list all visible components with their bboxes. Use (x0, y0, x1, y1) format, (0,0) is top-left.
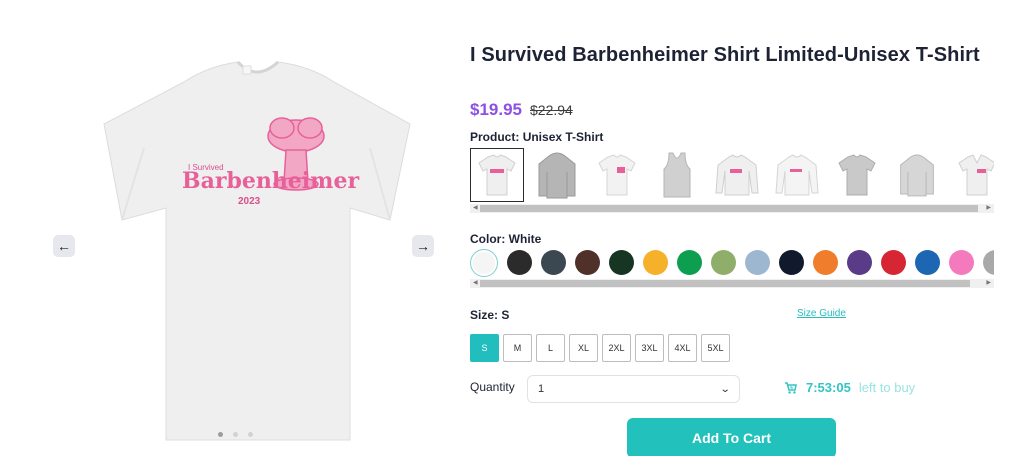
longsleeve-thumb-icon (775, 154, 819, 196)
color-swatch[interactable] (779, 250, 804, 275)
quantity-select[interactable]: 1 ⌄ (527, 375, 740, 403)
color-swatch[interactable] (983, 250, 994, 275)
color-list-scrollbar[interactable]: ◀ ▶ (470, 279, 994, 288)
color-swatch[interactable] (677, 250, 702, 275)
color-swatch-list (470, 249, 994, 277)
hoodie-thumb-icon (900, 154, 934, 197)
product-option-youth-hoodie[interactable] (890, 148, 944, 202)
scroll-left-icon[interactable]: ◀ (473, 204, 478, 213)
shirt-print-year: 2023 (238, 196, 261, 207)
arrow-left-icon: ← (57, 238, 71, 254)
original-price: $22.94 (530, 102, 573, 118)
gallery-dot[interactable] (233, 432, 238, 437)
size-guide-link[interactable]: Size Guide (797, 308, 846, 319)
gallery-dots (218, 432, 253, 437)
size-option-4xl[interactable]: 4XL (668, 334, 697, 362)
tshirt-thumb-icon (478, 154, 516, 196)
vneck-thumb-icon (958, 154, 994, 196)
tank-thumb-icon (663, 152, 691, 198)
gallery-dot[interactable] (218, 432, 223, 437)
product-option-tshirt[interactable] (470, 148, 524, 202)
color-swatch[interactable] (609, 250, 634, 275)
product-type-label: Product: Unisex T-Shirt (470, 130, 604, 144)
arrow-right-icon: → (416, 238, 430, 254)
add-to-cart-button[interactable]: Add To Cart (627, 418, 836, 456)
size-option-s[interactable]: S (470, 334, 499, 362)
sweatshirt-thumb-icon (715, 154, 759, 196)
product-option-tank[interactable] (650, 148, 704, 202)
color-swatch[interactable] (507, 250, 532, 275)
current-price: $19.95 (470, 100, 522, 119)
color-swatch[interactable] (541, 250, 566, 275)
countdown-timer: 7:53:05 left to buy (784, 380, 915, 395)
size-option-xl[interactable]: XL (569, 334, 598, 362)
product-gallery: I Survived Barbenheimer 2023 ← → (0, 0, 470, 456)
color-swatch[interactable] (643, 250, 668, 275)
size-option-2xl[interactable]: 2XL (602, 334, 631, 362)
tshirt-thumb-icon (838, 154, 876, 196)
color-value: White (508, 232, 542, 246)
color-swatch[interactable] (711, 250, 736, 275)
color-swatch[interactable] (575, 250, 600, 275)
size-label: Size: S (470, 308, 510, 322)
product-option-sweatshirt[interactable] (710, 148, 764, 202)
gallery-dot[interactable] (248, 432, 253, 437)
hoodie-thumb-icon (538, 152, 576, 199)
shirt-print-big: Barbenheimer (182, 168, 359, 194)
color-swatch[interactable] (470, 249, 498, 277)
size-value: S (501, 308, 510, 322)
scroll-right-icon[interactable]: ▶ (986, 279, 991, 288)
size-option-3xl[interactable]: 3XL (635, 334, 664, 362)
size-option-5xl[interactable]: 5XL (701, 334, 730, 362)
color-swatch[interactable] (949, 250, 974, 275)
product-option-vneck[interactable] (950, 148, 994, 202)
product-option-kids[interactable] (830, 148, 884, 202)
scrollbar-thumb[interactable] (480, 280, 970, 287)
color-swatch[interactable] (915, 250, 940, 275)
product-option-youth-tshirt[interactable] (590, 148, 644, 202)
countdown-suffix: left to buy (858, 380, 916, 395)
product-type-list (470, 148, 994, 202)
product-main-image: I Survived Barbenheimer 2023 (103, 60, 411, 441)
scroll-left-icon[interactable]: ◀ (473, 279, 478, 288)
color-swatch[interactable] (881, 250, 906, 275)
quantity-value: 1 (538, 383, 545, 395)
countdown-time: 7:53:05 (806, 380, 851, 395)
cart-timer-icon (785, 381, 797, 394)
price-row: $19.95 $22.94 (470, 100, 573, 120)
color-swatch[interactable] (847, 250, 872, 275)
product-type-value: Unisex T-Shirt (522, 130, 604, 144)
size-option-m[interactable]: M (503, 334, 532, 362)
size-options: S M L XL 2XL 3XL 4XL 5XL (470, 334, 730, 362)
chevron-down-icon: ⌄ (719, 383, 731, 395)
size-option-l[interactable]: L (536, 334, 565, 362)
product-option-longsleeve[interactable] (770, 148, 824, 202)
next-image-button[interactable]: → (412, 235, 434, 257)
product-option-hoodie[interactable] (530, 148, 584, 202)
product-title: I Survived Barbenheimer Shirt Limited-Un… (470, 44, 980, 66)
color-swatch[interactable] (745, 250, 770, 275)
product-list-scrollbar[interactable]: ◀ ▶ (470, 204, 994, 213)
prev-image-button[interactable]: ← (53, 235, 75, 257)
scroll-right-icon[interactable]: ▶ (986, 204, 991, 213)
tshirt-thumb-icon (598, 154, 636, 196)
quantity-label: Quantity (470, 380, 515, 394)
color-label: Color: White (470, 232, 542, 246)
scrollbar-thumb[interactable] (480, 205, 978, 212)
color-swatch[interactable] (813, 250, 838, 275)
